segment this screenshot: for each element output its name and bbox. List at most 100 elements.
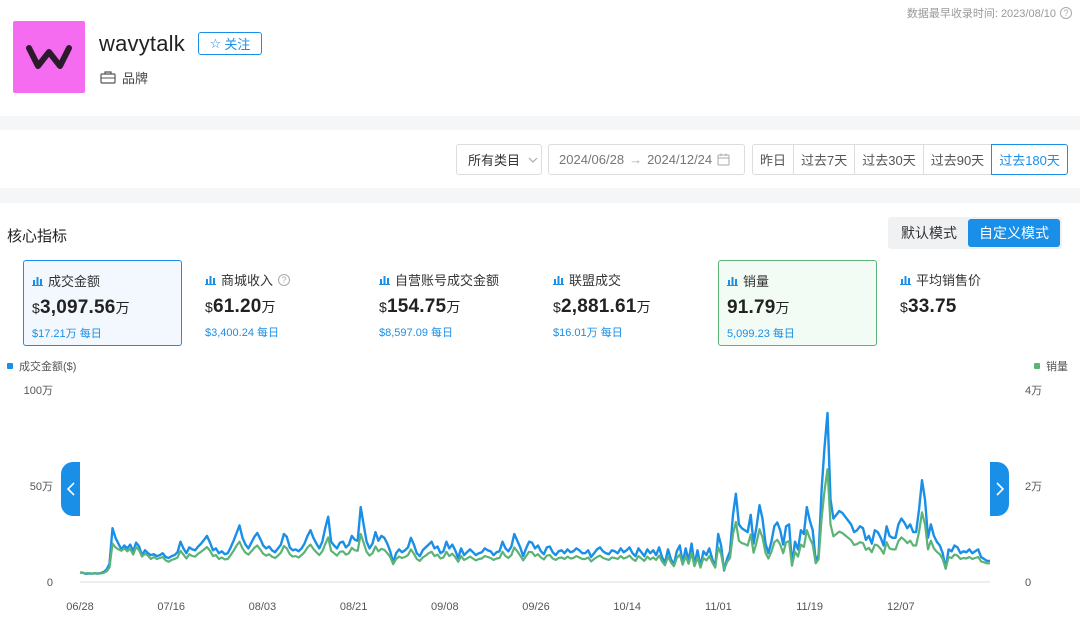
bar-chart-icon [727, 276, 738, 286]
brand-header: wavytalk ☆ 关注 品牌 数据最早收录时间: 2023/08/10 ? [0, 0, 1080, 116]
metric-label: 销量 [743, 274, 770, 289]
metric-card-mall-revenue[interactable]: 商城收入 ? $61.20万 $3,400.24 每日 [197, 260, 356, 346]
currency-symbol: $ [32, 300, 40, 316]
earliest-record-text: 数据最早收录时间: 2023/08/10 [906, 8, 1056, 20]
help-icon[interactable]: ? [278, 273, 291, 286]
x-tick-label: 07/16 [157, 601, 185, 613]
legend-swatch-green [1034, 363, 1040, 369]
bar-chart-icon [32, 276, 43, 286]
x-tick-label: 06/28 [66, 601, 94, 613]
trend-chart: 0 50万 100万 0 2万 4万 06/28 07/16 08/03 08/21 09/08 09… [24, 385, 1042, 613]
bar-chart-icon [379, 275, 390, 285]
bar-chart-icon [900, 275, 911, 285]
metric-daily: $3,400.24 每日 [205, 327, 279, 339]
y-left-tick-label: 50万 [30, 481, 53, 493]
series-line-volume [79, 468, 990, 575]
metric-daily: $16.01万 每日 [553, 327, 623, 339]
quick-range-group: 昨日 过去7天 过去30天 过去90天 过去180天 [752, 144, 1068, 175]
metric-daily: $8,597.09 每日 [379, 327, 453, 339]
metric-card-self-account-gmv[interactable]: 自营账号成交金额 $154.75万 $8,597.09 每日 [371, 260, 530, 346]
mode-switch: 默认模式 自定义模式 [888, 217, 1062, 249]
metric-value: 33.75 [908, 296, 957, 317]
earliest-record: 数据最早收录时间: 2023/08/10 ? [907, 5, 1072, 21]
category-value: 所有类目 [468, 153, 521, 168]
calendar-icon [717, 153, 730, 166]
x-tick-label: 09/26 [522, 601, 550, 613]
metric-unit: 万 [446, 299, 461, 315]
metric-value: 61.20 [213, 296, 262, 317]
x-tick-label: 09/08 [431, 601, 459, 613]
currency-symbol: $ [553, 299, 561, 315]
bar-chart-icon [205, 275, 216, 285]
x-tick-label: 11/01 [705, 601, 732, 613]
date-start: 2024/06/28 [559, 152, 625, 167]
chevron-down-icon [528, 157, 538, 163]
metric-card-avg-price[interactable]: 平均销售价 $33.75 [892, 260, 1051, 346]
metric-unit: 万 [775, 300, 790, 316]
y-right-tick-label: 0 [1025, 577, 1031, 589]
currency-symbol: $ [379, 299, 387, 315]
help-icon[interactable]: ? [1060, 7, 1072, 19]
brand-type: 品牌 [100, 68, 148, 87]
metric-card-gmv[interactable]: 成交金额 $3,097.56万 $17.21万 每日 [23, 260, 182, 346]
metric-unit: 万 [261, 299, 276, 315]
y-right-tick-label: 4万 [1025, 385, 1042, 397]
metric-daily: 5,099.23 每日 [727, 328, 795, 340]
briefcase-icon [100, 71, 116, 84]
wavytalk-logo-mark [26, 45, 72, 69]
series-line-gmv [79, 411, 990, 576]
filter-bar: 所有类目 2024/06/28 → 2024/12/24 昨日 过去7天 过去3… [0, 130, 1080, 188]
chart-scroll-left-button[interactable] [61, 462, 80, 516]
follow-button[interactable]: ☆ 关注 [198, 32, 262, 55]
range-90-days[interactable]: 过去90天 [922, 144, 993, 175]
metric-label: 平均销售价 [916, 273, 982, 288]
y-left-tick-label: 100万 [24, 385, 53, 397]
arrow-right-icon: → [629, 152, 643, 167]
chart-scroll-right-button[interactable] [990, 462, 1009, 516]
metric-label: 成交金额 [48, 274, 101, 289]
legend-label-gmv: 成交金额($) [19, 361, 77, 373]
date-range-picker[interactable]: 2024/06/28 → 2024/12/24 [548, 144, 745, 175]
currency-symbol: $ [900, 299, 908, 315]
x-tick-label: 08/21 [340, 601, 368, 613]
metric-card-sales-volume[interactable]: 销量 91.79万 5,099.23 每日 [718, 260, 877, 346]
brand-type-label: 品牌 [122, 71, 149, 86]
bar-chart-icon [553, 275, 564, 285]
metric-value: 3,097.56 [40, 297, 116, 318]
section-title: 核心指标 [7, 228, 68, 245]
metric-value: 154.75 [387, 296, 447, 317]
y-left-tick-label: 0 [47, 577, 53, 589]
metric-label: 联盟成交 [569, 273, 622, 288]
y-right-tick-label: 2万 [1025, 481, 1042, 493]
metric-label: 商城收入 [221, 273, 274, 288]
currency-symbol: $ [205, 299, 213, 315]
metric-unit: 万 [636, 299, 651, 315]
core-metrics-panel: 核心指标 默认模式 自定义模式 成交金额 $3,097.56万 $17.21万 … [0, 203, 1080, 634]
legend-left[interactable]: 成交金额($) [7, 358, 76, 374]
metric-daily: $17.21万 每日 [32, 328, 102, 340]
star-icon: ☆ [209, 35, 222, 51]
category-select[interactable]: 所有类目 [456, 144, 542, 175]
x-tick-label: 08/03 [249, 601, 277, 613]
range-7-days[interactable]: 过去7天 [793, 144, 856, 175]
legend-swatch-blue [7, 363, 13, 369]
chevron-right-icon [995, 482, 1004, 496]
brand-name: wavytalk [99, 31, 185, 56]
follow-label: 关注 [224, 37, 251, 52]
range-180-days[interactable]: 过去180天 [991, 144, 1068, 175]
chevron-left-icon [66, 482, 75, 496]
metric-label: 自营账号成交金额 [395, 273, 500, 288]
range-yesterday[interactable]: 昨日 [752, 144, 795, 175]
metric-value: 91.79 [727, 297, 776, 318]
brand-logo [13, 21, 85, 93]
metric-value: 2,881.61 [561, 296, 637, 317]
legend-label-volume: 销量 [1046, 361, 1068, 373]
custom-mode-button[interactable]: 自定义模式 [968, 219, 1060, 247]
x-tick-label: 12/07 [887, 601, 915, 613]
default-mode-button[interactable]: 默认模式 [890, 219, 968, 247]
metric-unit: 万 [115, 300, 130, 316]
legend-right[interactable]: 销量 [1034, 358, 1068, 374]
range-30-days[interactable]: 过去30天 [854, 144, 924, 175]
metric-card-affiliate[interactable]: 联盟成交 $2,881.61万 $16.01万 每日 [545, 260, 704, 346]
x-tick-label: 11/19 [796, 601, 823, 613]
